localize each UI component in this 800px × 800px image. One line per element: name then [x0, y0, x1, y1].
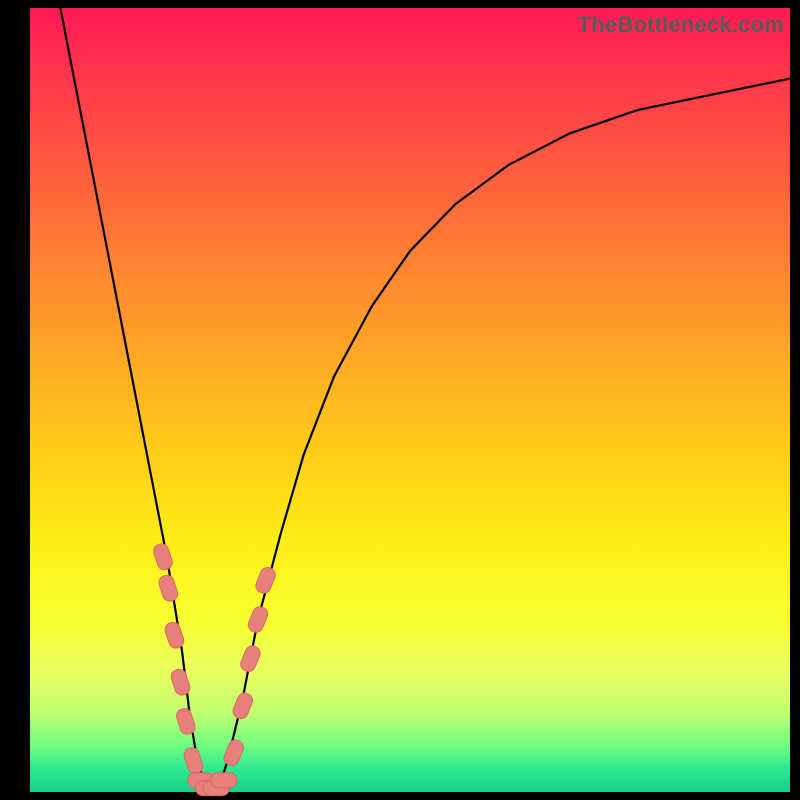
marker-9	[211, 773, 237, 788]
curve-svg	[30, 8, 790, 792]
marker-4	[175, 707, 197, 736]
marker-11	[231, 691, 255, 721]
plot-area: TheBottleneck.com	[30, 8, 790, 792]
marker-13	[246, 605, 270, 635]
marker-1	[157, 574, 179, 603]
marker-12	[239, 644, 263, 674]
curve-markers	[152, 542, 278, 795]
marker-5	[182, 746, 204, 775]
bottleneck-curve	[60, 8, 790, 792]
marker-2	[163, 621, 185, 650]
marker-0	[152, 542, 174, 571]
marker-14	[254, 565, 278, 595]
marker-10	[222, 738, 246, 768]
marker-3	[169, 668, 191, 697]
chart-frame: TheBottleneck.com	[0, 0, 800, 800]
